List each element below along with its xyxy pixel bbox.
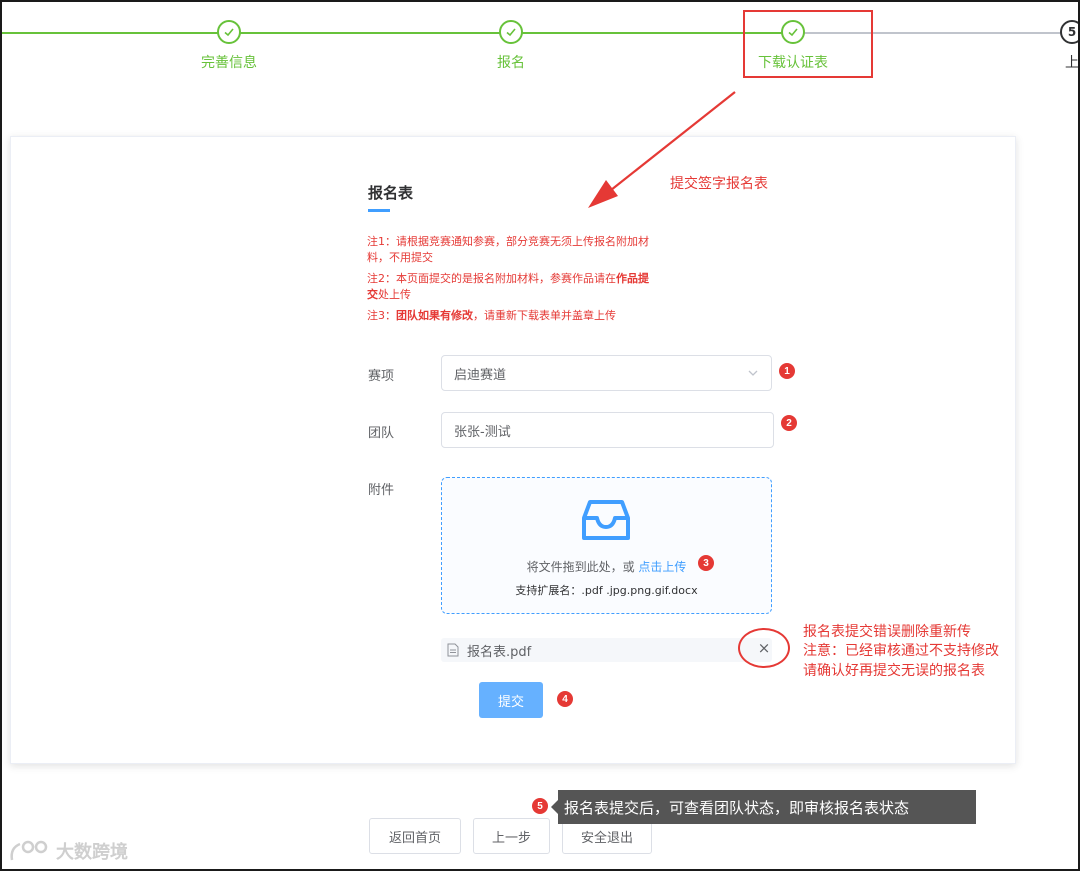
upload-dropzone[interactable]: 将文件拖到此处，或 点击上传 支持扩展名：.pdf .jpg.png.gif.d… [441, 477, 772, 614]
file-name: 报名表.pdf [467, 644, 532, 660]
annotation-submit-signed: 提交签字报名表 [670, 176, 768, 192]
step-label: 上 [1065, 55, 1079, 71]
note-3: 注3：团队如果有修改，请重新下载表单并盖章上传 [367, 309, 616, 322]
note-2: 注2：本页面提交的是报名附加材料，参赛作品请在作品提交处上传 [367, 272, 649, 301]
tooltip-pointer [551, 800, 558, 814]
form-notes: 注1：请根据竞赛通知参赛，部分竞赛无须上传报名附加材料，不用提交 注2：本页面提… [367, 234, 657, 329]
check-icon [217, 20, 241, 44]
badge-1: 1 [779, 363, 795, 379]
badge-2: 2 [781, 415, 797, 431]
team-input[interactable]: 张张-测试 [441, 412, 774, 448]
uploaded-file[interactable]: 报名表.pdf [441, 638, 772, 662]
annotation-error-line2: 注意：已经审核通过不支持修改 [803, 643, 999, 659]
status-tooltip: 报名表提交后，可查看团队状态，即审核报名表状态 [558, 790, 976, 824]
remove-file-button[interactable]: × [738, 628, 790, 668]
step-number: 5 [1060, 20, 1080, 44]
badge-4: 4 [557, 691, 573, 707]
prev-step-button[interactable]: 上一步 [473, 818, 550, 854]
badge-5: 5 [532, 798, 548, 814]
event-select-value: 启迪赛道 [454, 367, 507, 383]
step-line-done [0, 32, 792, 34]
upload-hint: 将文件拖到此处，或 点击上传 [526, 560, 687, 574]
annotation-error-line3: 请确认好再提交无误的报名表 [803, 663, 985, 679]
team-label: 团队 [368, 426, 395, 441]
attachment-label: 附件 [368, 483, 395, 498]
upload-extensions: 支持扩展名：.pdf .jpg.png.gif.docx [515, 584, 698, 597]
watermark: 大数跨境 [8, 838, 128, 864]
title-underline [368, 209, 390, 212]
step-highlight-box [743, 10, 873, 78]
form-title: 报名表 [368, 184, 414, 202]
event-label: 赛项 [368, 369, 395, 384]
document-icon [447, 643, 459, 657]
click-upload-link[interactable]: 点击上传 [638, 560, 686, 574]
step-complete-info: 完善信息 [169, 20, 289, 72]
watermark-logo-icon [10, 840, 48, 861]
step-signup: 报名 [451, 20, 571, 72]
chevron-down-icon [748, 370, 758, 376]
event-select[interactable]: 启迪赛道 [441, 355, 772, 391]
note-1: 注1：请根据竞赛通知参赛，部分竞赛无须上传报名附加材料，不用提交 [367, 235, 649, 264]
step-upload: 5 上 [1012, 20, 1080, 72]
step-label: 报名 [497, 55, 525, 71]
steps-bar: 完善信息 报名 下载认证表 5 上 [0, 0, 1080, 90]
step-label: 完善信息 [201, 55, 257, 71]
badge-3: 3 [698, 555, 714, 571]
submit-button[interactable]: 提交 [479, 682, 543, 718]
home-button[interactable]: 返回首页 [369, 818, 461, 854]
annotation-error-line1: 报名表提交错误删除重新传 [803, 624, 971, 640]
check-icon [499, 20, 523, 44]
watermark-text: 大数跨境 [56, 842, 128, 863]
inbox-icon [582, 500, 630, 540]
